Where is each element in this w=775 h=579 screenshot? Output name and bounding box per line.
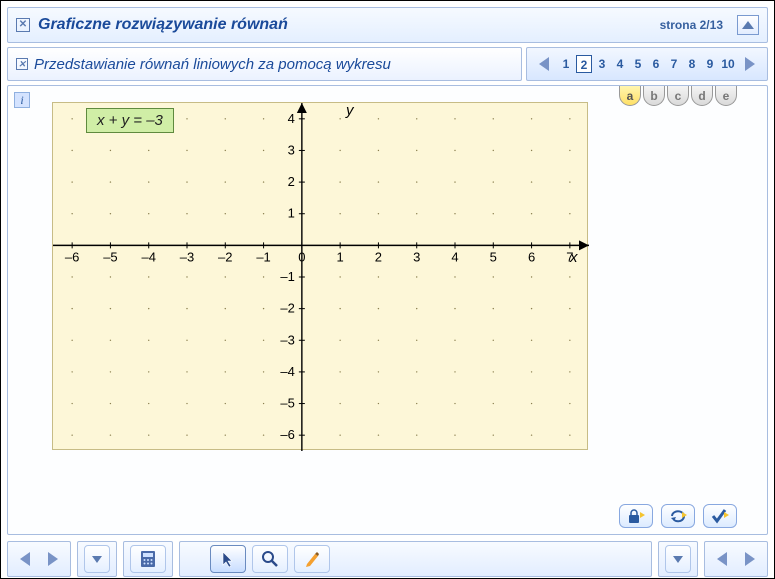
lock-icon [626,508,646,524]
info-icon[interactable]: i [14,92,30,108]
calculator-icon [139,550,157,568]
check-button[interactable] [703,504,737,528]
crayon-icon [303,550,321,568]
svg-text:–4: –4 [280,364,294,379]
svg-text:1: 1 [337,249,344,264]
page-2[interactable]: 2 [576,55,592,73]
equation-box: x + y = –3 [86,108,174,133]
main-panel: i abcde –6–5–4–3–2–101234567–6–5–4–3–2–1… [7,85,768,535]
svg-text:5: 5 [490,249,497,264]
subtitle-bar: ✕ Przedstawianie równań liniowych za pom… [7,47,522,81]
refresh-button[interactable] [661,504,695,528]
dropdown-group-1 [77,541,117,577]
svg-text:–3: –3 [280,332,294,347]
lock-button[interactable] [619,504,653,528]
pager: 12345678910 [526,47,768,81]
x-axis-label: x [570,249,578,266]
bottom-bar [7,541,768,577]
nav-group-2 [704,541,768,577]
triangle-down-icon [92,556,102,563]
page-8[interactable]: 8 [684,55,700,73]
calc-group [123,541,173,577]
tab-d[interactable]: d [691,86,713,106]
forward-button[interactable] [42,547,64,571]
close-icon[interactable]: ✕ [16,18,30,32]
svg-text:4: 4 [288,111,295,126]
plot-canvas[interactable]: –6–5–4–3–2–101234567–6–5–4–3–2–11234 [52,102,588,450]
triangle-up-icon [742,21,754,29]
title-bar: ✕ Graficzne rozwiązywanie równań strona … [7,7,768,43]
svg-text:–1: –1 [256,249,270,264]
svg-text:–6: –6 [280,427,294,442]
svg-text:–5: –5 [280,396,294,411]
pointer-button[interactable] [210,545,246,573]
triangle-left-icon [717,552,727,566]
svg-text:–5: –5 [103,249,117,264]
svg-text:–4: –4 [141,249,155,264]
svg-text:3: 3 [288,142,295,157]
page-1[interactable]: 1 [558,55,574,73]
close-small-icon[interactable]: ✕ [16,58,28,70]
svg-text:1: 1 [288,206,295,221]
page-5[interactable]: 5 [630,55,646,73]
y-axis-label: y [346,102,354,119]
svg-text:–2: –2 [280,301,294,316]
page-7[interactable]: 7 [666,55,682,73]
pointer-icon [220,550,236,568]
triangle-right-icon [745,57,755,71]
tools-group [179,541,652,577]
pen-button[interactable] [294,545,330,573]
up-button[interactable] [737,15,759,35]
prev-button[interactable] [533,52,555,76]
coordinate-plane: –6–5–4–3–2–101234567–6–5–4–3–2–11234 [53,103,589,451]
page-6[interactable]: 6 [648,55,664,73]
page-10[interactable]: 10 [720,55,736,73]
calculator-button[interactable] [130,545,166,573]
dropdown-group-2 [658,541,698,577]
subtitle: Przedstawianie równań liniowych za pomoc… [34,56,391,73]
forward-button-2[interactable] [739,547,761,571]
page-4[interactable]: 4 [612,55,628,73]
triangle-left-icon [539,57,549,71]
svg-text:6: 6 [528,249,535,264]
svg-text:–1: –1 [280,269,294,284]
zoom-button[interactable] [252,545,288,573]
svg-text:2: 2 [288,174,295,189]
dropdown-2[interactable] [665,545,691,573]
tab-b[interactable]: b [643,86,665,106]
svg-text:–3: –3 [180,249,194,264]
svg-text:2: 2 [375,249,382,264]
svg-text:3: 3 [413,249,420,264]
tab-e[interactable]: e [715,86,737,106]
page-3[interactable]: 3 [594,55,610,73]
page-indicator: strona 2/13 [660,18,723,32]
triangle-right-icon [745,552,755,566]
svg-text:4: 4 [451,249,458,264]
svg-text:0: 0 [298,249,305,264]
svg-text:–6: –6 [65,249,79,264]
tab-c[interactable]: c [667,86,689,106]
page-title: Graficzne rozwiązywanie równań [38,16,652,34]
magnifier-icon [261,550,279,568]
sub-bar: ✕ Przedstawianie równań liniowych za pom… [7,47,768,81]
tab-a[interactable]: a [619,86,641,106]
check-icon [710,508,730,524]
triangle-down-icon [673,556,683,563]
triangle-right-icon [48,552,58,566]
tool-row [619,504,737,528]
triangle-left-icon [20,552,30,566]
next-button[interactable] [739,52,761,76]
back-button-2[interactable] [711,547,733,571]
back-button[interactable] [14,547,36,571]
dropdown-1[interactable] [84,545,110,573]
svg-text:–2: –2 [218,249,232,264]
subtabs: abcde [619,86,737,106]
nav-group-1 [7,541,71,577]
page-9[interactable]: 9 [702,55,718,73]
refresh-icon [668,508,688,524]
